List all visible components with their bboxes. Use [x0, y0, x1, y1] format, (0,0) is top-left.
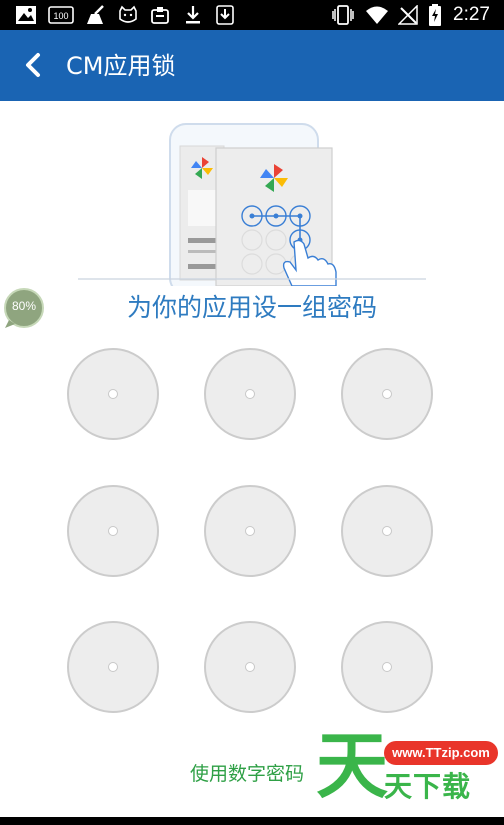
- pattern-dot-center: [108, 662, 118, 672]
- battery-charging-icon: [426, 4, 444, 26]
- cat-icon: [116, 4, 140, 26]
- pattern-dot-center: [382, 526, 392, 536]
- pattern-dot-center: [245, 389, 255, 399]
- pattern-dot-center: [108, 389, 118, 399]
- no-signal-icon: [396, 4, 420, 26]
- pattern-dot-center: [108, 526, 118, 536]
- ttzip-watermark: 天 www.TTzip.com 天下载: [316, 727, 504, 805]
- app-title: CM应用锁: [66, 52, 176, 80]
- status-bar: 100 2:27: [0, 0, 504, 30]
- notification-badge-text: 100: [53, 11, 68, 21]
- vibrate-icon: [330, 4, 356, 26]
- pattern-dot-6[interactable]: [341, 485, 433, 577]
- pattern-dot-7[interactable]: [67, 621, 159, 713]
- download-box-icon: [214, 4, 236, 26]
- watermark-logo-char: 天: [316, 724, 389, 808]
- pattern-dot-center: [245, 526, 255, 536]
- set-password-prompt: 为你的应用设一组密码: [126, 293, 377, 322]
- use-digit-password-link[interactable]: 使用数字密码: [190, 760, 304, 788]
- pattern-dot-center: [245, 662, 255, 672]
- cleaner-broom-icon: [84, 4, 108, 26]
- pattern-dot-5[interactable]: [204, 485, 296, 577]
- pattern-dot-8[interactable]: [204, 621, 296, 713]
- chevron-left-icon: [26, 53, 40, 77]
- app-bar: CM应用锁: [0, 30, 504, 101]
- wifi-icon: [364, 4, 390, 26]
- back-button[interactable]: [16, 48, 50, 82]
- notification-100-icon: 100: [48, 4, 74, 26]
- pattern-dot-center: [382, 662, 392, 672]
- pattern-dot-1[interactable]: [67, 348, 159, 440]
- phone-illustration: [78, 118, 428, 295]
- photo-icon: [14, 4, 38, 26]
- pattern-dot-2[interactable]: [204, 348, 296, 440]
- pattern-dot-4[interactable]: [67, 485, 159, 577]
- watermark-text: 天下载: [384, 770, 472, 803]
- pattern-dot-3[interactable]: [341, 348, 433, 440]
- watermark-url: www.TTzip.com: [384, 741, 498, 765]
- download-icon: [182, 4, 204, 26]
- status-time: 2:27: [453, 4, 490, 25]
- pattern-dot-9[interactable]: [341, 621, 433, 713]
- bottom-edge: [0, 817, 504, 825]
- clipboard-icon: [148, 4, 172, 26]
- pattern-lock-grid[interactable]: [67, 348, 437, 713]
- pattern-dot-center: [382, 389, 392, 399]
